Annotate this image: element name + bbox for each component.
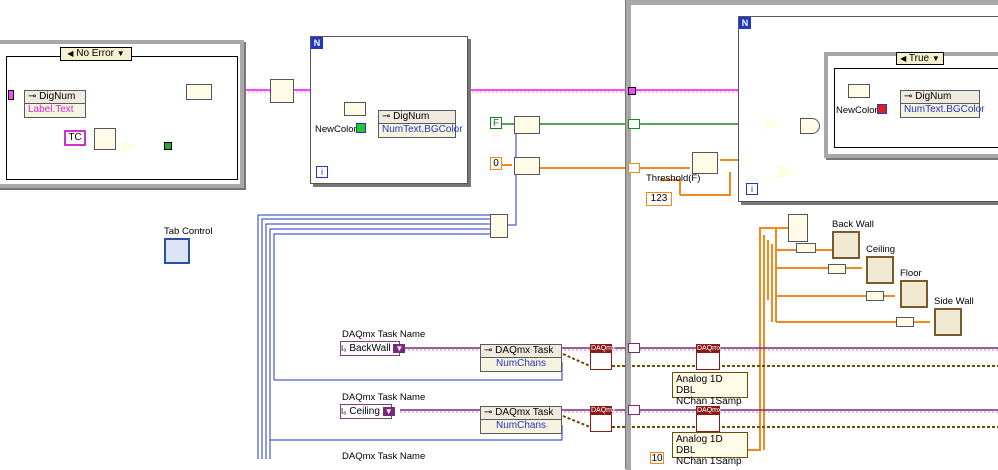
property-node-icon: ⊸ (28, 91, 37, 102)
false-bool-constant[interactable]: F (490, 117, 502, 129)
index-icon-2 (848, 84, 870, 98)
inner-loop-iteration-terminal: i (746, 183, 758, 195)
ceiling-label: Ceiling (866, 244, 896, 255)
daqmx-read-icon-1: DAQmx (696, 344, 722, 370)
case-next-arrow-icon[interactable]: ▼ (117, 49, 125, 58)
dropdown-arrow-icon[interactable]: ▼ (393, 344, 406, 353)
floor-indicator (900, 280, 928, 308)
zero-numeric-constant[interactable]: 0 (490, 157, 502, 170)
bgcolor-property-node-2[interactable]: ⊸ DigNum NumText.BGColor (900, 90, 985, 118)
case-selector[interactable]: ◀ No Error ▼ (60, 47, 132, 61)
daqmx-task-caption-1: DAQmx Task Name (342, 329, 426, 340)
daqmx-read-polymorphic-selector-2[interactable]: Analog 1D DBL NChan 1Samp (672, 432, 748, 467)
case-prev-arrow-icon[interactable]: ◀ (900, 54, 906, 63)
shift-register-green (628, 119, 640, 129)
side-wall-label: Side Wall (934, 296, 974, 307)
loop-count-terminal[interactable]: N (311, 37, 323, 49)
tab-control-label: Tab Control (164, 226, 213, 237)
property-node-icon: ⊸ (382, 111, 391, 122)
true-case-selector[interactable]: ◀ True ▼ (896, 52, 944, 65)
index-array-icon (692, 152, 718, 174)
dropdown-arrow-icon[interactable]: ▼ (382, 407, 395, 416)
tunnel-pink-left (8, 90, 14, 100)
newcolor-label: NewColor (315, 124, 357, 135)
daqmx-read-icon-2: DAQmx (696, 406, 722, 432)
daqmx-task-control-2[interactable]: I₀ Ceiling ▼ (340, 404, 395, 419)
equal-triangle-icon (122, 140, 136, 152)
tc-string-constant[interactable]: TC (64, 130, 86, 146)
greater-than-icon (778, 164, 794, 180)
inner-loop-count-terminal[interactable]: N (739, 17, 751, 29)
task-icon: I₀ (341, 344, 347, 353)
daqmx-task-property-node-1[interactable]: ⊸ DAQmx Task NumChans (480, 344, 562, 372)
tab-control-terminal[interactable] (164, 238, 190, 264)
daqmx-start-task-icon: DAQmx (590, 344, 616, 370)
case-next-arrow-icon[interactable]: ▼ (932, 54, 940, 63)
merge-errors-icon (270, 79, 294, 103)
floor-label: Floor (900, 268, 922, 279)
daqmx-start-task-icon-2: DAQmx (590, 406, 616, 432)
tunnel-pink-main (628, 87, 636, 95)
daqmx-task-caption-2: DAQmx Task Name (342, 392, 426, 403)
shift-register-purple-2 (628, 405, 640, 415)
property-node-icon: ⊸ (484, 345, 493, 356)
unbundle-icon-1 (796, 243, 816, 253)
tunnel-green-right (164, 142, 172, 150)
unbundle-icon-4 (896, 317, 914, 327)
build-array-icon-2 (514, 157, 540, 175)
daqmx-read-polymorphic-selector-1[interactable]: Analog 1D DBL NChan 1Samp (672, 372, 748, 407)
newcolor-label-2: NewColor (836, 105, 878, 116)
threshold-label: Threshold(F) (646, 173, 701, 184)
error-case-inner (6, 56, 238, 180)
daqmx-task-caption-3: DAQmx Task Name (342, 451, 426, 462)
newcolor-swatch[interactable] (356, 123, 366, 133)
shift-register-orange (628, 163, 640, 173)
unbundle-icon-2 (828, 264, 846, 274)
bundle-array-icon (788, 214, 808, 242)
threshold-terminal[interactable]: 123 (646, 192, 672, 206)
build-array-icon-1 (514, 116, 540, 134)
ceiling-indicator (866, 256, 894, 284)
property-node-icon: ⊸ (904, 91, 913, 102)
unbundle-by-name-icon (490, 214, 508, 238)
back-wall-label: Back Wall (832, 219, 874, 230)
shift-register-purple-1 (628, 343, 640, 353)
and-gate-icon (800, 118, 820, 134)
bgcolor-property-node-1[interactable]: ⊸ DigNum NumText.BGColor (378, 110, 463, 138)
loop-iteration-terminal: i (316, 166, 328, 178)
bundle-icon (186, 84, 212, 100)
ten-numeric-constant[interactable]: 10 (650, 452, 664, 464)
not-icon (766, 118, 780, 130)
daqmx-task-control-1[interactable]: I₀ BackWall ▼ (340, 341, 406, 356)
index-icon (344, 102, 366, 116)
concatenate-icon (94, 128, 116, 150)
case-prev-arrow-icon[interactable]: ◀ (67, 49, 73, 58)
label-text-property-node[interactable]: ⊸ DigNum Label.Text (24, 90, 86, 118)
daqmx-task-property-node-2[interactable]: ⊸ DAQmx Task NumChans (480, 406, 562, 434)
newcolor-swatch-red[interactable] (877, 104, 887, 114)
property-node-icon: ⊸ (484, 407, 493, 418)
task-icon: I₀ (341, 407, 347, 416)
side-wall-indicator (934, 308, 962, 336)
unbundle-icon-3 (866, 291, 884, 301)
back-wall-indicator (832, 231, 860, 259)
